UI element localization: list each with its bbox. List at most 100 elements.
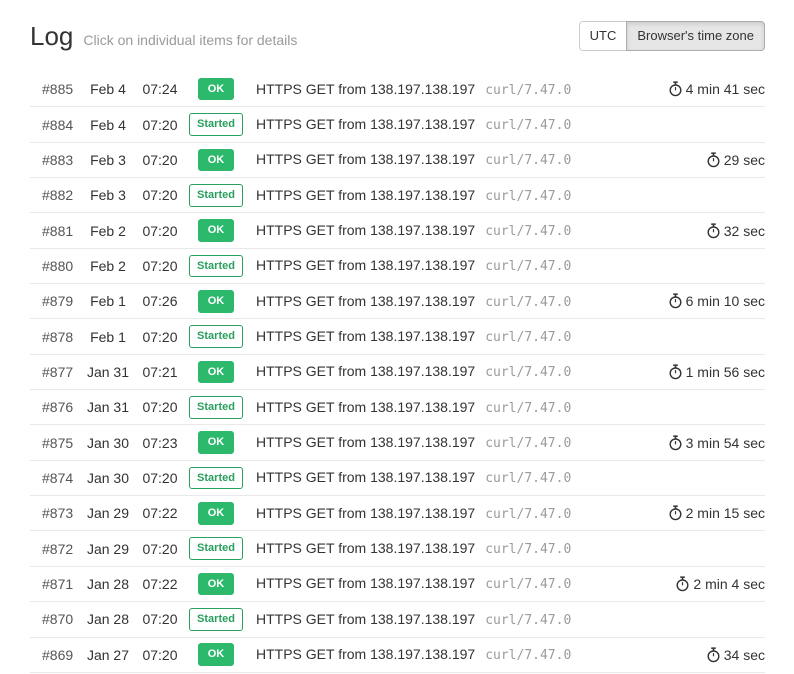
- event-description: HTTPS GET from 138.197.138.197 curl/7.47…: [248, 293, 669, 310]
- request-text: HTTPS GET from 138.197.138.197: [256, 151, 475, 167]
- event-date: Jan 29: [80, 541, 136, 557]
- stopwatch-icon: [707, 223, 720, 239]
- event-description: HTTPS GET from 138.197.138.197 curl/7.47…: [248, 328, 765, 345]
- event-id: #873: [30, 505, 80, 521]
- request-text: HTTPS GET from 138.197.138.197: [256, 363, 475, 379]
- status-badge: Started: [189, 184, 243, 207]
- event-id: #883: [30, 152, 80, 168]
- request-text: HTTPS GET from 138.197.138.197: [256, 293, 475, 309]
- event-date: Jan 31: [80, 399, 136, 415]
- user-agent-text: curl/7.47.0: [485, 189, 571, 204]
- event-id: #875: [30, 435, 80, 451]
- event-date: Jan 29: [80, 505, 136, 521]
- event-id: #881: [30, 223, 80, 239]
- stopwatch-icon: [676, 576, 689, 592]
- event-time: 07:20: [136, 541, 184, 557]
- event-time: 07:20: [136, 329, 184, 345]
- status-badge-cell: Started: [184, 537, 248, 560]
- event-duration: 32 sec: [707, 223, 765, 239]
- event-date: Feb 3: [80, 152, 136, 168]
- status-badge-cell: OK: [184, 78, 248, 101]
- log-row[interactable]: #878 Feb 1 07:20 Started HTTPS GET from …: [30, 319, 765, 354]
- user-agent-text: curl/7.47.0: [485, 613, 571, 628]
- event-description: HTTPS GET from 138.197.138.197 curl/7.47…: [248, 611, 765, 628]
- user-agent-text: curl/7.47.0: [485, 83, 571, 98]
- request-text: HTTPS GET from 138.197.138.197: [256, 222, 475, 238]
- event-date: Feb 1: [80, 329, 136, 345]
- event-date: Jan 27: [80, 647, 136, 663]
- request-text: HTTPS GET from 138.197.138.197: [256, 646, 475, 662]
- event-time: 07:20: [136, 223, 184, 239]
- log-row[interactable]: #875 Jan 30 07:23 OK HTTPS GET from 138.…: [30, 425, 765, 460]
- status-badge: OK: [198, 149, 235, 172]
- event-time: 07:20: [136, 258, 184, 274]
- user-agent-text: curl/7.47.0: [485, 648, 571, 663]
- log-row[interactable]: #873 Jan 29 07:22 OK HTTPS GET from 138.…: [30, 496, 765, 531]
- status-badge-cell: OK: [184, 431, 248, 454]
- log-row[interactable]: #882 Feb 3 07:20 Started HTTPS GET from …: [30, 178, 765, 213]
- event-duration: 2 min 15 sec: [669, 505, 765, 521]
- event-date: Jan 30: [80, 470, 136, 486]
- log-row[interactable]: #877 Jan 31 07:21 OK HTTPS GET from 138.…: [30, 355, 765, 390]
- log-row[interactable]: #874 Jan 30 07:20 Started HTTPS GET from…: [30, 461, 765, 496]
- duration-label: 32 sec: [724, 223, 765, 239]
- stopwatch-icon: [669, 293, 682, 309]
- status-badge: OK: [198, 643, 235, 666]
- status-badge: Started: [189, 113, 243, 136]
- status-badge-cell: Started: [184, 325, 248, 348]
- status-badge: OK: [198, 431, 235, 454]
- status-badge-cell: Started: [184, 608, 248, 631]
- browser-timezone-button[interactable]: Browser's time zone: [626, 21, 765, 51]
- log-row[interactable]: #871 Jan 28 07:22 OK HTTPS GET from 138.…: [30, 567, 765, 602]
- status-badge-cell: Started: [184, 396, 248, 419]
- user-agent-text: curl/7.47.0: [485, 295, 571, 310]
- user-agent-text: curl/7.47.0: [485, 436, 571, 451]
- log-row[interactable]: #879 Feb 1 07:26 OK HTTPS GET from 138.1…: [30, 284, 765, 319]
- status-badge: OK: [198, 573, 235, 596]
- event-time: 07:22: [136, 505, 184, 521]
- log-page: Log Click on individual items for detail…: [0, 0, 794, 673]
- status-badge: OK: [198, 361, 235, 384]
- event-time: 07:20: [136, 647, 184, 663]
- event-description: HTTPS GET from 138.197.138.197 curl/7.47…: [248, 116, 765, 133]
- utc-button[interactable]: UTC: [579, 21, 628, 51]
- event-id: #884: [30, 117, 80, 133]
- event-date: Jan 31: [80, 364, 136, 380]
- log-row[interactable]: #869 Jan 27 07:20 OK HTTPS GET from 138.…: [30, 638, 765, 673]
- request-text: HTTPS GET from 138.197.138.197: [256, 505, 475, 521]
- event-id: #876: [30, 399, 80, 415]
- event-id: #879: [30, 293, 80, 309]
- status-badge-cell: OK: [184, 219, 248, 242]
- status-badge-cell: OK: [184, 149, 248, 172]
- status-badge-cell: OK: [184, 502, 248, 525]
- status-badge-cell: OK: [184, 290, 248, 313]
- event-time: 07:26: [136, 293, 184, 309]
- status-badge-cell: OK: [184, 643, 248, 666]
- event-id: #871: [30, 576, 80, 592]
- log-row[interactable]: #870 Jan 28 07:20 Started HTTPS GET from…: [30, 602, 765, 637]
- log-row[interactable]: #881 Feb 2 07:20 OK HTTPS GET from 138.1…: [30, 213, 765, 248]
- status-badge: OK: [198, 290, 235, 313]
- log-row[interactable]: #872 Jan 29 07:20 Started HTTPS GET from…: [30, 531, 765, 566]
- status-badge: Started: [189, 255, 243, 278]
- stopwatch-icon: [707, 152, 720, 168]
- user-agent-text: curl/7.47.0: [485, 365, 571, 380]
- duration-label: 1 min 56 sec: [686, 364, 765, 380]
- request-text: HTTPS GET from 138.197.138.197: [256, 116, 475, 132]
- event-description: HTTPS GET from 138.197.138.197 curl/7.47…: [248, 187, 765, 204]
- status-badge-cell: Started: [184, 255, 248, 278]
- event-duration: 4 min 41 sec: [669, 81, 765, 97]
- event-duration: 6 min 10 sec: [669, 293, 765, 309]
- log-row[interactable]: #883 Feb 3 07:20 OK HTTPS GET from 138.1…: [30, 143, 765, 178]
- log-row[interactable]: #876 Jan 31 07:20 Started HTTPS GET from…: [30, 390, 765, 425]
- user-agent-text: curl/7.47.0: [485, 118, 571, 133]
- log-row[interactable]: #880 Feb 2 07:20 Started HTTPS GET from …: [30, 249, 765, 284]
- event-duration: 34 sec: [707, 647, 765, 663]
- log-row[interactable]: #884 Feb 4 07:20 Started HTTPS GET from …: [30, 107, 765, 142]
- log-row[interactable]: #885 Feb 4 07:24 OK HTTPS GET from 138.1…: [30, 72, 765, 107]
- event-description: HTTPS GET from 138.197.138.197 curl/7.47…: [248, 257, 765, 274]
- event-duration: 3 min 54 sec: [669, 435, 765, 451]
- event-time: 07:20: [136, 399, 184, 415]
- event-description: HTTPS GET from 138.197.138.197 curl/7.47…: [248, 399, 765, 416]
- duration-label: 2 min 15 sec: [686, 505, 765, 521]
